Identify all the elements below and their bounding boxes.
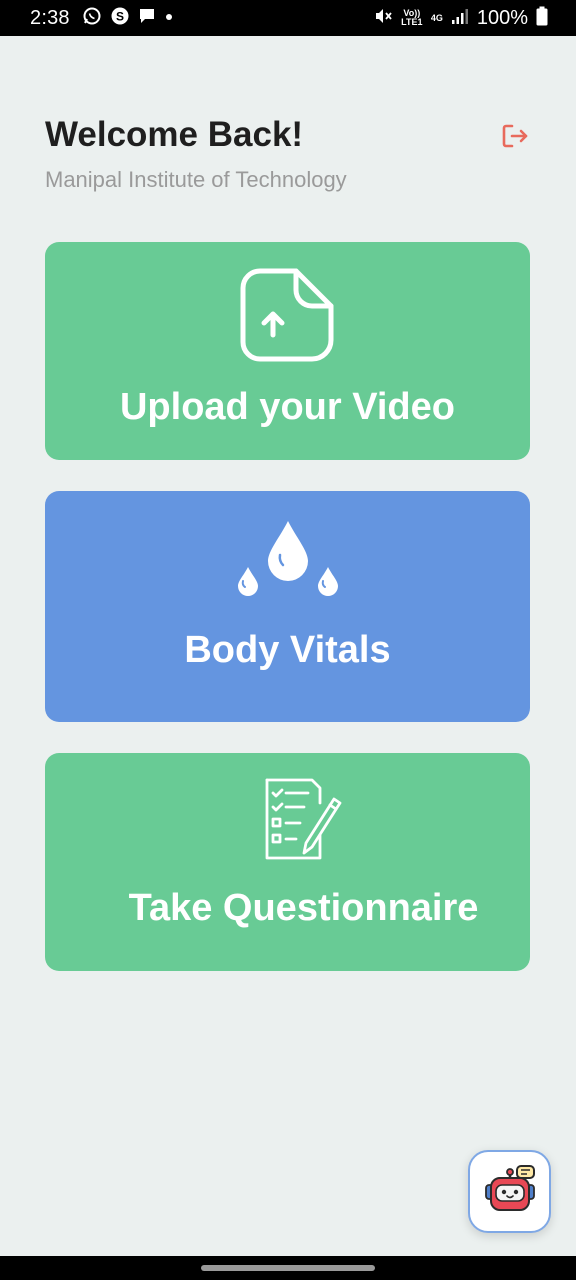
status-bar-left: 2:38 S (30, 6, 174, 31)
upload-video-label: Upload your Video (119, 386, 455, 428)
body-vitals-label: Body Vitals (184, 629, 391, 671)
svg-text:S: S (116, 9, 124, 23)
questionnaire-label: Take Questionnaire (128, 887, 479, 929)
checklist-icon (264, 777, 344, 865)
network-type: 4G (430, 12, 443, 23)
water-drops-icon (232, 517, 344, 601)
upload-video-card[interactable]: Upload your Video (45, 242, 530, 460)
body-vitals-card[interactable]: Body Vitals (45, 491, 530, 722)
battery-percent: 100% (476, 6, 528, 29)
logout-button[interactable] (500, 124, 530, 152)
page-title: Welcome Back! (45, 115, 304, 154)
status-bar-right: Vo)) LTE1 4G 100% (373, 6, 548, 31)
file-upload-icon (240, 268, 336, 366)
navigation-bar (0, 1256, 576, 1280)
dot-icon (164, 9, 174, 27)
mute-icon (373, 6, 393, 31)
chatbot-icon (483, 1163, 537, 1221)
chatbot-button[interactable] (468, 1150, 551, 1233)
whatsapp-icon (82, 6, 102, 31)
message-icon (138, 7, 156, 30)
status-time: 2:38 (30, 6, 70, 29)
institution-subtitle: Manipal Institute of Technology (45, 167, 347, 192)
logout-icon (501, 123, 529, 153)
app-screen: 2:38 S Vo)) LTE1 4G 100% Welcome Back! M… (0, 0, 576, 1280)
volte-indicator: Vo)) LTE1 (401, 8, 423, 27)
battery-icon (536, 6, 548, 31)
signal-icon (451, 7, 469, 30)
questionnaire-card[interactable]: Take Questionnaire (45, 753, 530, 971)
status-bar: 2:38 S Vo)) LTE1 4G 100% (0, 0, 576, 36)
home-gesture-handle[interactable] (201, 1265, 375, 1271)
skype-icon: S (110, 6, 130, 31)
